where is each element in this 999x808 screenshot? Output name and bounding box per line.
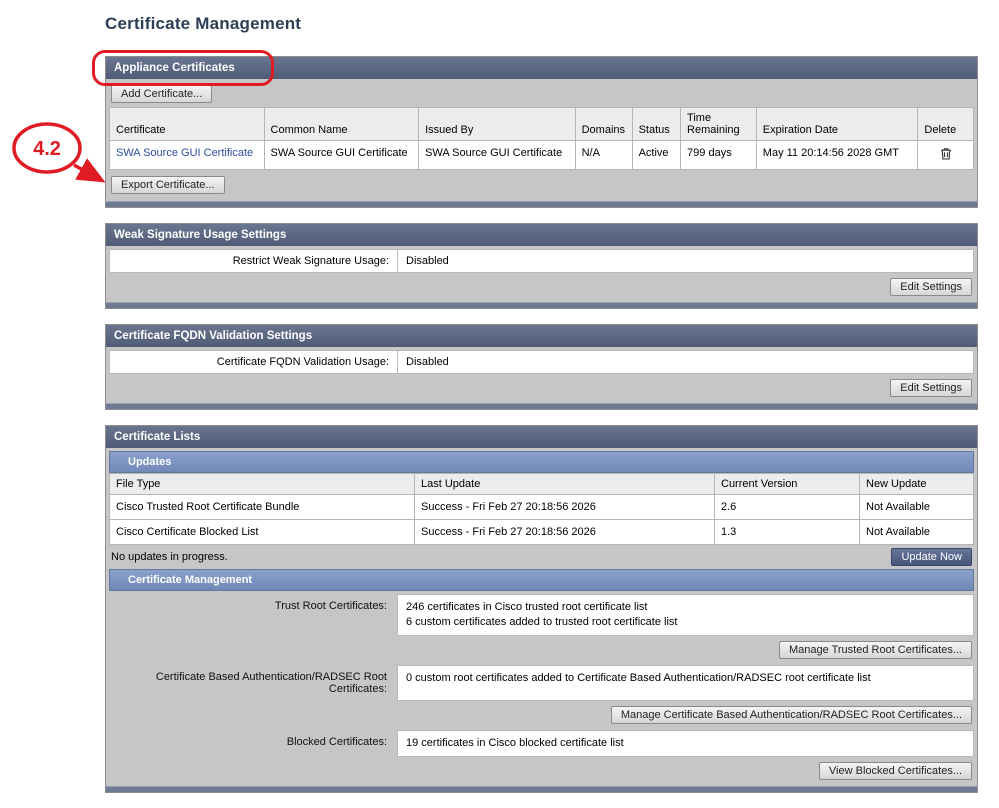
weak-signature-section: Weak Signature Usage Settings Restrict W… (105, 223, 978, 309)
radsec-button-band: Manage Certificate Based Authentication/… (109, 701, 974, 727)
appliance-certificates-table: Certificate Common Name Issued By Domain… (109, 107, 974, 170)
cell-issued-by: SWA Source GUI Certificate (419, 141, 576, 170)
cell-domains: N/A (575, 141, 632, 170)
column-header-status: Status (632, 108, 680, 141)
certificate-management-page: Certificate Management Appliance Certifi… (105, 14, 978, 808)
cell-file-type: Cisco Certificate Blocked List (110, 520, 415, 545)
cell-status: Active (632, 141, 680, 170)
cell-current-version: 2.6 (715, 495, 860, 520)
column-header-current-version: Current Version (715, 474, 860, 495)
updates-table: File Type Last Update Current Version Ne… (109, 473, 974, 545)
certificate-lists-header-label: Certificate Lists (114, 431, 200, 443)
updates-status-band: No updates in progress. Update Now (109, 545, 974, 569)
trust-root-row: Trust Root Certificates: 246 certificate… (109, 594, 974, 636)
trust-root-button-band: Manage Trusted Root Certificates... (109, 636, 974, 662)
column-header-file-type: File Type (110, 474, 415, 495)
section-footer-bar (106, 201, 977, 207)
fqdn-validation-header: Certificate FQDN Validation Settings (106, 325, 977, 347)
column-header-time-remaining: Time Remaining (681, 108, 757, 141)
radsec-value: 0 custom root certificates added to Cert… (397, 665, 974, 701)
certificate-lists-body: Updates File Type Last Update Current Ve… (106, 448, 977, 786)
annotation-ellipse (14, 124, 80, 172)
cell-current-version: 1.3 (715, 520, 860, 545)
weak-signature-header: Weak Signature Usage Settings (106, 224, 977, 246)
add-certificate-button[interactable]: Add Certificate... (111, 85, 212, 103)
column-header-issued-by: Issued By (419, 108, 576, 141)
cell-last-update: Success - Fri Feb 27 20:18:56 2026 (415, 520, 715, 545)
update-now-button[interactable]: Update Now (891, 548, 972, 566)
radsec-row: Certificate Based Authentication/RADSEC … (109, 665, 974, 701)
column-header-expiration-date: Expiration Date (756, 108, 918, 141)
fqdn-validation-table: Certificate FQDN Validation Usage: Disab… (109, 350, 974, 374)
weak-signature-header-label: Weak Signature Usage Settings (114, 229, 286, 241)
blocked-certificates-button-band: View Blocked Certificates... (109, 757, 974, 783)
cell-last-update: Success - Fri Feb 27 20:18:56 2026 (415, 495, 715, 520)
column-header-new-update: New Update (860, 474, 974, 495)
fqdn-validation-header-label: Certificate FQDN Validation Settings (114, 330, 312, 342)
radsec-label: Certificate Based Authentication/RADSEC … (109, 665, 397, 701)
cell-expiration-date: May 11 20:14:56 2028 GMT (756, 141, 918, 170)
fqdn-validation-body: Certificate FQDN Validation Usage: Disab… (106, 347, 977, 403)
appliance-footer-toolbar: Export Certificate... (109, 170, 974, 198)
column-header-last-update: Last Update (415, 474, 715, 495)
appliance-certificates-header: Appliance Certificates (106, 57, 977, 79)
update-row: Cisco Certificate Blocked List Success -… (110, 520, 974, 545)
trust-root-value-line2: 6 custom certificates added to trusted r… (406, 615, 965, 630)
updates-header-row: File Type Last Update Current Version Ne… (110, 474, 974, 495)
section-footer-bar (106, 786, 977, 792)
weak-signature-button-band: Edit Settings (109, 273, 974, 299)
edit-weak-signature-settings-button[interactable]: Edit Settings (890, 278, 972, 296)
fqdn-setting-label: Certificate FQDN Validation Usage: (110, 351, 398, 374)
cell-common-name: SWA Source GUI Certificate (264, 141, 419, 170)
trust-root-value: 246 certificates in Cisco trusted root c… (397, 594, 974, 636)
certificate-lists-header: Certificate Lists (106, 426, 977, 448)
weak-signature-body: Restrict Weak Signature Usage: Disabled … (106, 246, 977, 302)
trust-root-label: Trust Root Certificates: (109, 594, 397, 636)
cell-time-remaining: 799 days (681, 141, 757, 170)
updates-subheader: Updates (109, 451, 974, 473)
column-header-delete: Delete (918, 108, 974, 141)
cell-new-update: Not Available (860, 520, 974, 545)
column-header-common-name: Common Name (264, 108, 419, 141)
appliance-toolbar: Add Certificate... (109, 82, 974, 107)
page-title: Certificate Management (105, 14, 978, 34)
appliance-certificates-section: Appliance Certificates Add Certificate..… (105, 56, 978, 208)
update-row: Cisco Trusted Root Certificate Bundle Su… (110, 495, 974, 520)
fqdn-setting-value: Disabled (398, 351, 974, 374)
appliance-certificates-body: Add Certificate... Certificate Common Na… (106, 79, 977, 201)
column-header-domains: Domains (575, 108, 632, 141)
fqdn-validation-section: Certificate FQDN Validation Settings Cer… (105, 324, 978, 410)
export-certificate-button[interactable]: Export Certificate... (111, 176, 225, 194)
appliance-certificates-header-label: Appliance Certificates (114, 62, 235, 74)
cell-delete (918, 141, 974, 170)
weak-signature-setting-label: Restrict Weak Signature Usage: (110, 250, 398, 273)
trash-icon[interactable] (940, 147, 952, 163)
section-footer-bar (106, 302, 977, 308)
annotation-arrow (74, 165, 101, 180)
no-updates-status-text: No updates in progress. (111, 551, 228, 563)
trust-root-value-line1: 246 certificates in Cisco trusted root c… (406, 600, 965, 615)
cell-file-type: Cisco Trusted Root Certificate Bundle (110, 495, 415, 520)
annotation-step: 4.2 (8, 120, 120, 208)
certificate-management-subheader: Certificate Management (109, 569, 974, 591)
column-header-certificate: Certificate (110, 108, 265, 141)
annotation-step-label: 4.2 (33, 138, 61, 160)
blocked-certificates-label: Blocked Certificates: (109, 730, 397, 757)
certificate-row: SWA Source GUI Certificate SWA Source GU… (110, 141, 974, 170)
view-blocked-certificates-button[interactable]: View Blocked Certificates... (819, 762, 972, 780)
blocked-certificates-row: Blocked Certificates: 19 certificates in… (109, 730, 974, 757)
weak-signature-setting-value: Disabled (398, 250, 974, 273)
certificate-link[interactable]: SWA Source GUI Certificate (116, 147, 253, 159)
certificate-lists-section: Certificate Lists Updates File Type Last… (105, 425, 978, 793)
manage-trusted-root-certificates-button[interactable]: Manage Trusted Root Certificates... (779, 641, 972, 659)
section-footer-bar (106, 403, 977, 409)
table-header-row: Certificate Common Name Issued By Domain… (110, 108, 974, 141)
blocked-certificates-value: 19 certificates in Cisco blocked certifi… (397, 730, 974, 757)
cell-certificate: SWA Source GUI Certificate (110, 141, 265, 170)
weak-signature-table: Restrict Weak Signature Usage: Disabled (109, 249, 974, 273)
fqdn-button-band: Edit Settings (109, 374, 974, 400)
manage-radsec-root-certificates-button[interactable]: Manage Certificate Based Authentication/… (611, 706, 972, 724)
edit-fqdn-settings-button[interactable]: Edit Settings (890, 379, 972, 397)
cell-new-update: Not Available (860, 495, 974, 520)
